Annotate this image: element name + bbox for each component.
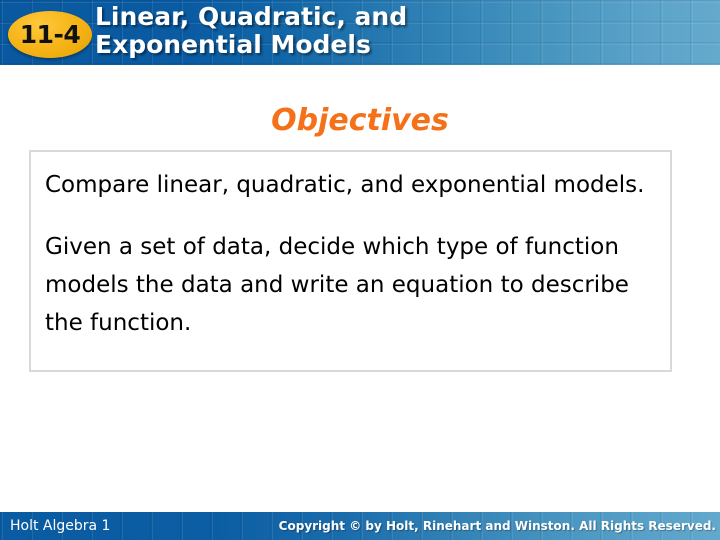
footer-book-title: Holt Algebra 1 <box>10 518 111 534</box>
lesson-number-label: 11-4 <box>19 20 81 49</box>
objective-item-2: Given a set of data, decide which type o… <box>45 234 629 336</box>
lesson-number-badge: 11-4 <box>8 11 92 58</box>
slide-footer-bar: Holt Algebra 1 Copyright © by Holt, Rine… <box>0 512 720 540</box>
page-title: Linear, Quadratic, and Exponential Model… <box>95 3 525 59</box>
page-title-line-1: Linear, Quadratic, and <box>95 2 408 31</box>
objectives-content-box: Compare linear, quadratic, and exponenti… <box>29 150 672 372</box>
footer-copyright: Copyright © by Holt, Rinehart and Winsto… <box>278 519 716 533</box>
objective-item-1: Compare linear, quadratic, and exponenti… <box>45 172 645 198</box>
page-title-line-2: Exponential Models <box>95 30 371 59</box>
objectives-heading: Objectives <box>271 103 449 138</box>
slide-header-banner: 11-4 Linear, Quadratic, and Exponential … <box>0 0 720 65</box>
